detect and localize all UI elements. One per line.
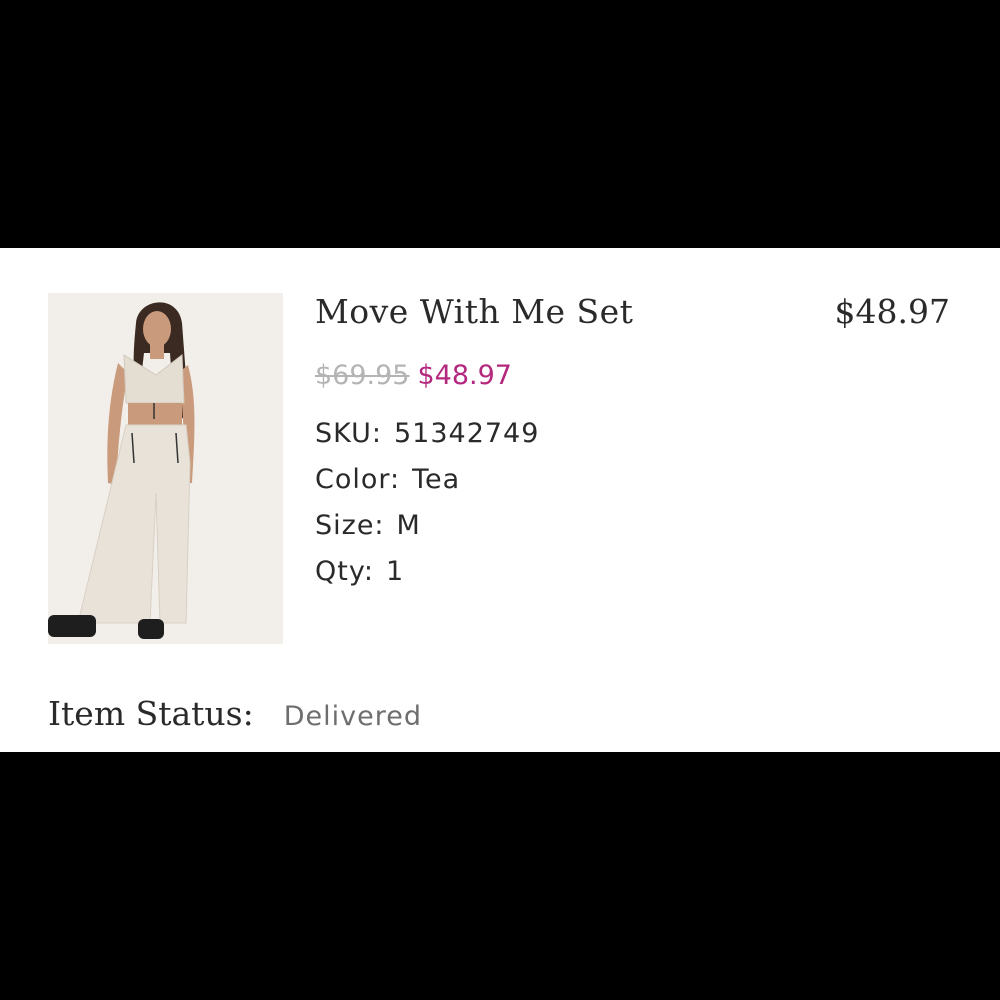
sku-label: SKU:	[315, 418, 382, 449]
order-item-card: Move With Me Set $48.97 $69.95 $48.97 SKU…	[0, 248, 1000, 752]
item-status-value: Delivered	[283, 701, 422, 732]
product-image[interactable]	[48, 293, 283, 644]
price-block: $69.95 $48.97	[315, 360, 512, 391]
size-row: Size: M	[315, 510, 421, 541]
color-label: Color:	[315, 464, 401, 495]
qty-label: Qty:	[315, 556, 374, 587]
line-total-price: $48.97	[834, 292, 950, 331]
product-photo-illustration	[48, 293, 283, 644]
sale-price: $48.97	[417, 360, 512, 391]
color-value: Tea	[412, 464, 461, 495]
item-status-label: Item Status:	[48, 694, 254, 733]
qty-row: Qty: 1	[315, 556, 404, 587]
sku-row: SKU: 51342749	[315, 418, 539, 449]
color-row: Color: Tea	[315, 464, 460, 495]
item-status: Item Status: Delivered	[48, 694, 422, 733]
product-name[interactable]: Move With Me Set	[315, 292, 633, 331]
size-label: Size:	[315, 510, 385, 541]
original-price: $69.95	[315, 360, 410, 391]
size-value: M	[396, 510, 421, 541]
qty-value: 1	[385, 556, 405, 587]
sku-value: 51342749	[393, 418, 540, 449]
screen: Move With Me Set $48.97 $69.95 $48.97 SKU…	[0, 0, 1000, 1000]
